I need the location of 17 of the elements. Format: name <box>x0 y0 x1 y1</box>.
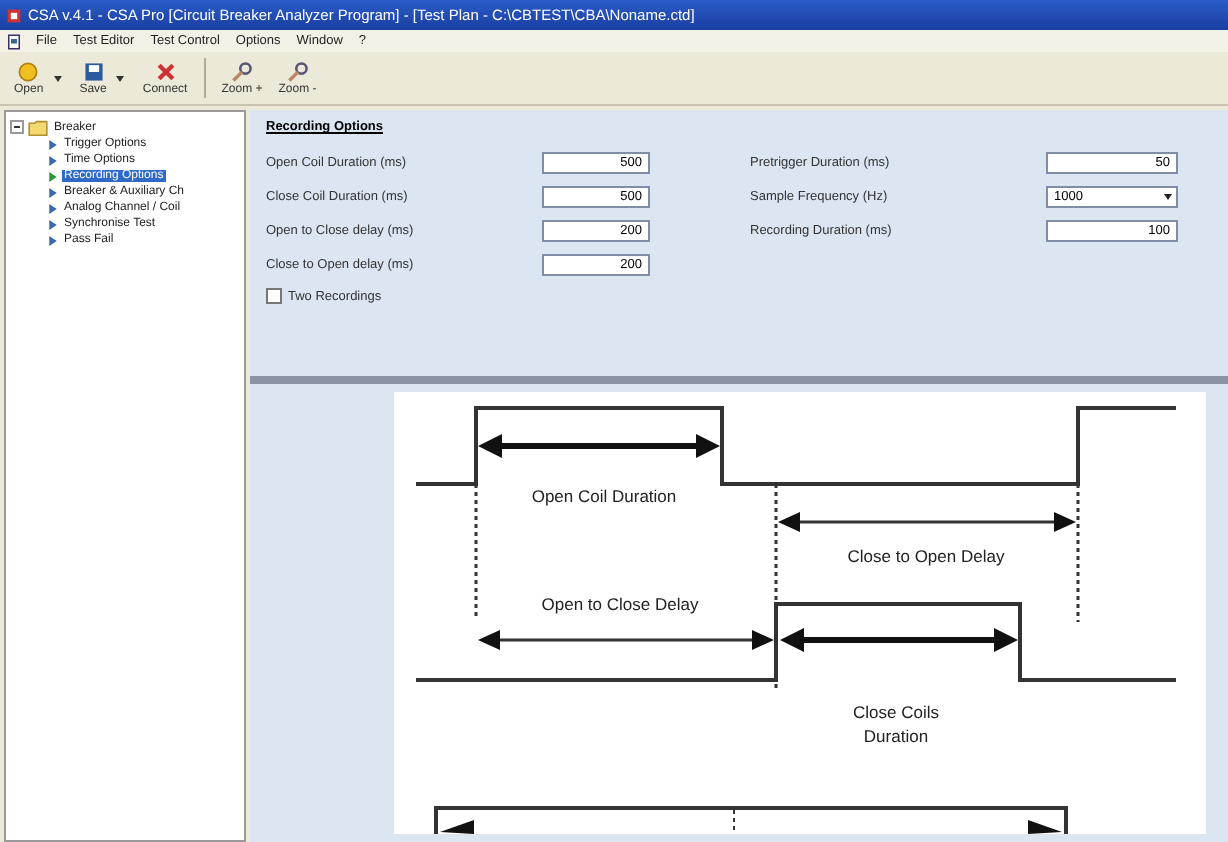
dropdown-arrow-icon[interactable] <box>53 75 62 81</box>
circle-icon <box>16 60 41 84</box>
document-icon <box>8 33 20 49</box>
cross-icon <box>153 60 178 84</box>
app-icon <box>6 7 22 23</box>
zoom-icon <box>285 60 310 84</box>
folder-icon <box>28 119 48 135</box>
checkbox[interactable] <box>266 288 282 304</box>
diagram-label: Duration <box>863 726 929 746</box>
zoom-icon <box>229 60 254 84</box>
save-icon <box>81 60 106 84</box>
diagram-label: Close Coils <box>853 702 939 722</box>
dropdown-arrow-icon[interactable] <box>116 75 125 81</box>
diagram-label: Open to Close Delay <box>541 594 699 614</box>
diagram-label: Close to Open Delay <box>847 546 1005 566</box>
diagram-label: Open Coil Duration <box>531 486 677 506</box>
collapse-toggle[interactable] <box>10 120 24 134</box>
